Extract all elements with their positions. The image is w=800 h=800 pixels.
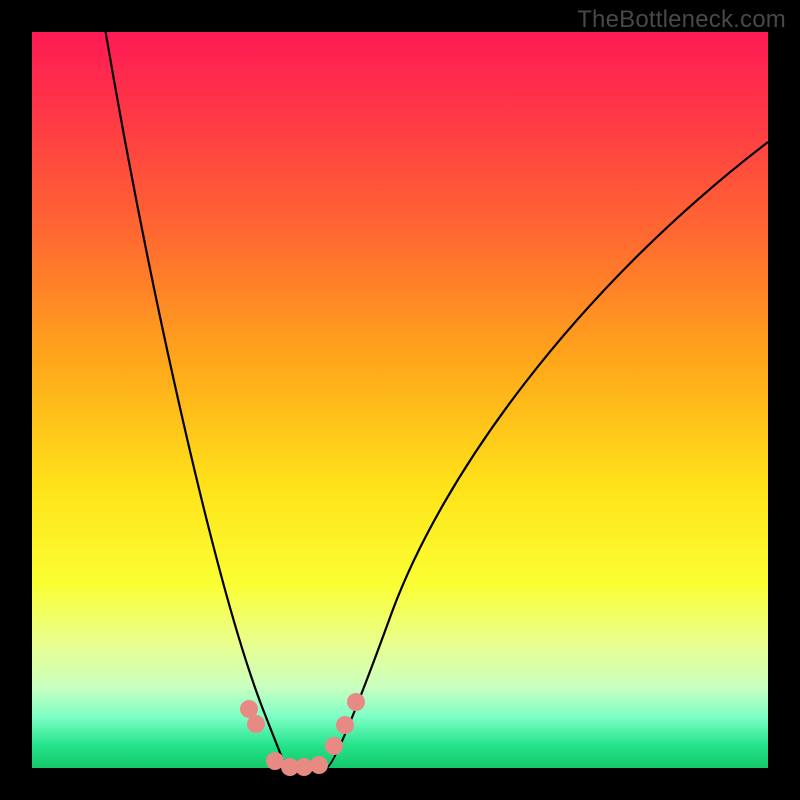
- curve-left-branch: [106, 32, 294, 785]
- watermark-text: TheBottleneck.com: [577, 6, 786, 34]
- plot-area: [32, 32, 768, 768]
- curve-layer: [32, 32, 768, 768]
- highlight-markers: [240, 693, 365, 776]
- curve-right-branch: [326, 142, 768, 768]
